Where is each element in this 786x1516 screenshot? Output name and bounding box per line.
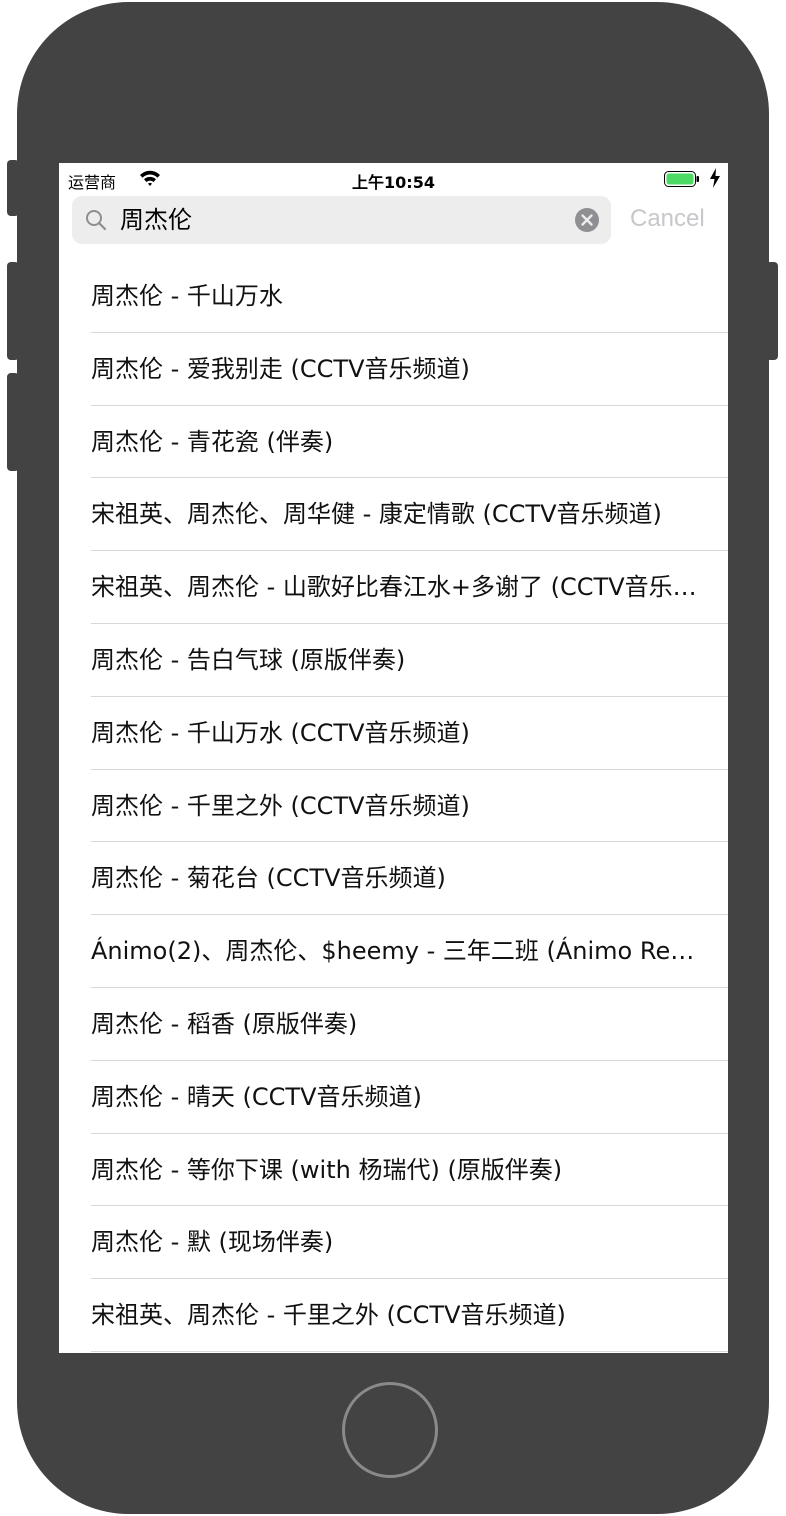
result-title: 周杰伦 - 菊花台 (CCTV音乐频道) <box>91 864 446 893</box>
result-title: 宋祖英、周杰伦 - 山歌好比春江水+多谢了 (CCTV音乐频道) <box>91 573 698 602</box>
list-item[interactable]: 周杰伦 - 等你下课 (with 杨瑞代) (原版伴奏) <box>59 1134 728 1207</box>
list-item[interactable]: 宋祖英、周杰伦 - 千里之外 (CCTV音乐频道) <box>59 1279 728 1352</box>
list-item[interactable]: 宋祖英、周杰伦、周华健 - 康定情歌 (CCTV音乐频道) <box>59 478 728 551</box>
clear-text-icon[interactable] <box>574 207 600 233</box>
list-item[interactable]: 周杰伦 - 千山万水 <box>59 260 728 333</box>
battery-icon <box>664 171 700 187</box>
list-item[interactable]: 周杰伦 - 菊花台 (CCTV音乐频道) <box>59 842 728 915</box>
list-item[interactable]: 周杰伦 - 青花瓷 (伴奏) <box>59 406 728 479</box>
status-bar: 运营商 上午10:54 <box>59 163 728 193</box>
list-item[interactable]: 周杰伦 - 告白气球 (原版伴奏) <box>59 624 728 697</box>
list-item[interactable]: 周杰伦 - 爱我别走 (CCTV音乐频道) <box>59 333 728 406</box>
charging-bolt-icon <box>709 168 721 188</box>
result-title: 周杰伦 - 默 (现场伴奏) <box>91 1228 334 1257</box>
result-title: 周杰伦 - 晴天 (CCTV音乐频道) <box>91 1082 422 1111</box>
result-title: 周杰伦 - 青花瓷 (伴奏) <box>91 427 334 456</box>
list-item[interactable]: 周杰伦 - 千山万水 (CCTV音乐频道) <box>59 697 728 770</box>
list-item[interactable]: 周杰伦 - 默 (现场伴奏) <box>59 1206 728 1279</box>
list-item[interactable]: 周杰伦 - 晴天 (CCTV音乐频道) <box>59 1061 728 1134</box>
screen: 运营商 上午10:54 周杰伦 Cancel 周杰伦 - 千山万水 周杰伦 - … <box>59 163 728 1353</box>
result-title: 周杰伦 - 千山万水 <box>91 282 283 310</box>
result-title: 宋祖英、周杰伦、周华健 - 康定情歌 (CCTV音乐频道) <box>91 500 662 529</box>
result-title: Ánimo(2)、周杰伦、$heemy - 三年二班 (Ánimo Remix) <box>91 937 698 966</box>
result-title: 周杰伦 - 爱我别走 (CCTV音乐频道) <box>91 354 470 383</box>
list-item[interactable]: 宋祖英、周杰伦 - 山歌好比春江水+多谢了 (CCTV音乐频道) <box>59 551 728 624</box>
result-title: 周杰伦 - 千山万水 (CCTV音乐频道) <box>91 718 470 747</box>
list-item[interactable]: Ánimo(2)、周杰伦、$heemy - 三年二班 (Ánimo Remix) <box>59 915 728 988</box>
cancel-button[interactable]: Cancel <box>630 202 705 236</box>
list-item[interactable]: 周杰伦 - 稻香 (原版伴奏) <box>59 988 728 1061</box>
status-time: 上午10:54 <box>352 173 435 192</box>
list-item[interactable]: 周杰伦 - 千里之外 (CCTV音乐频道) <box>59 770 728 843</box>
search-field[interactable]: 周杰伦 <box>72 196 611 244</box>
search-results-list: 周杰伦 - 千山万水 周杰伦 - 爱我别走 (CCTV音乐频道) 周杰伦 - 青… <box>59 260 728 1352</box>
result-title: 宋祖英、周杰伦 - 千里之外 (CCTV音乐频道) <box>91 1301 566 1330</box>
home-button[interactable] <box>342 1382 438 1478</box>
result-title: 周杰伦 - 等你下课 (with 杨瑞代) (原版伴奏) <box>91 1155 563 1184</box>
result-title: 周杰伦 - 告白气球 (原版伴奏) <box>91 645 406 674</box>
search-input[interactable]: 周杰伦 <box>120 205 192 235</box>
search-icon <box>84 208 108 232</box>
result-title: 周杰伦 - 千里之外 (CCTV音乐频道) <box>91 791 470 820</box>
result-title: 周杰伦 - 稻香 (原版伴奏) <box>91 1009 358 1038</box>
